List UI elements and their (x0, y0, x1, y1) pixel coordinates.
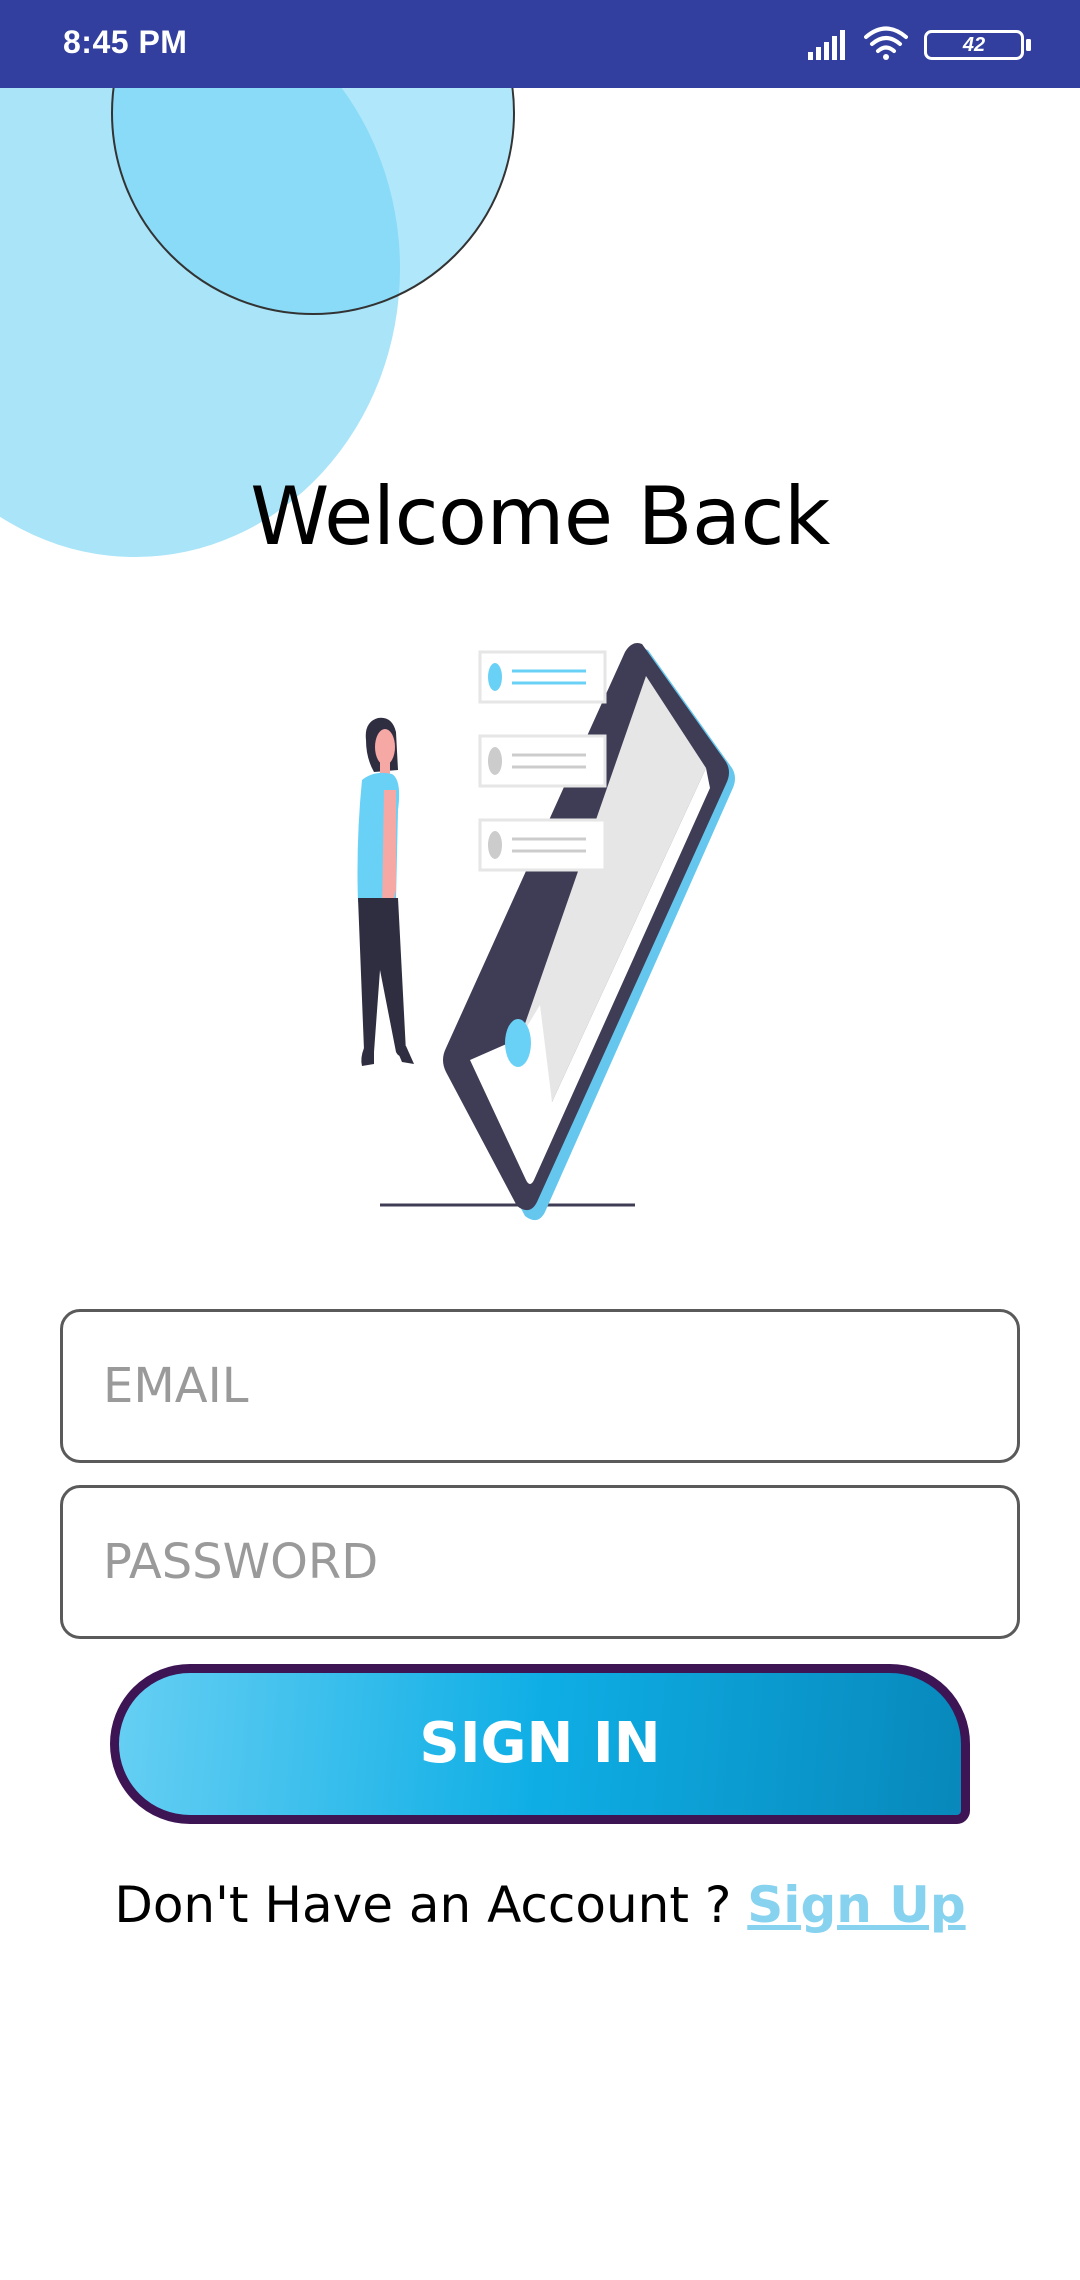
page-title: Welcome Back (250, 470, 830, 563)
signup-prompt-text: Don't Have an Account ? (114, 1876, 732, 1934)
status-time: 8:45 PM (63, 24, 188, 60)
battery-icon: 42 (924, 30, 1036, 60)
password-input[interactable] (60, 1485, 1020, 1639)
status-bar: 8:45 PM 42 (0, 0, 1080, 88)
phone-button (505, 1019, 531, 1067)
login-illustration (357, 643, 735, 1221)
login-screen: 8:45 PM 42 Welcome Back EMAIL SIGN IN Do… (0, 0, 1080, 2280)
signin-button-label: SIGN IN (419, 1711, 661, 1776)
wifi-icon (864, 26, 908, 60)
battery-level: 42 (962, 34, 986, 56)
signup-prompt: Don't Have an Account ? Sign Up (0, 1876, 1080, 1934)
woman-figure (357, 717, 414, 1066)
email-input[interactable] (60, 1309, 1020, 1463)
signin-button[interactable]: SIGN IN (110, 1664, 970, 1824)
signal-icon (808, 30, 845, 60)
signup-link[interactable]: Sign Up (747, 1876, 965, 1934)
